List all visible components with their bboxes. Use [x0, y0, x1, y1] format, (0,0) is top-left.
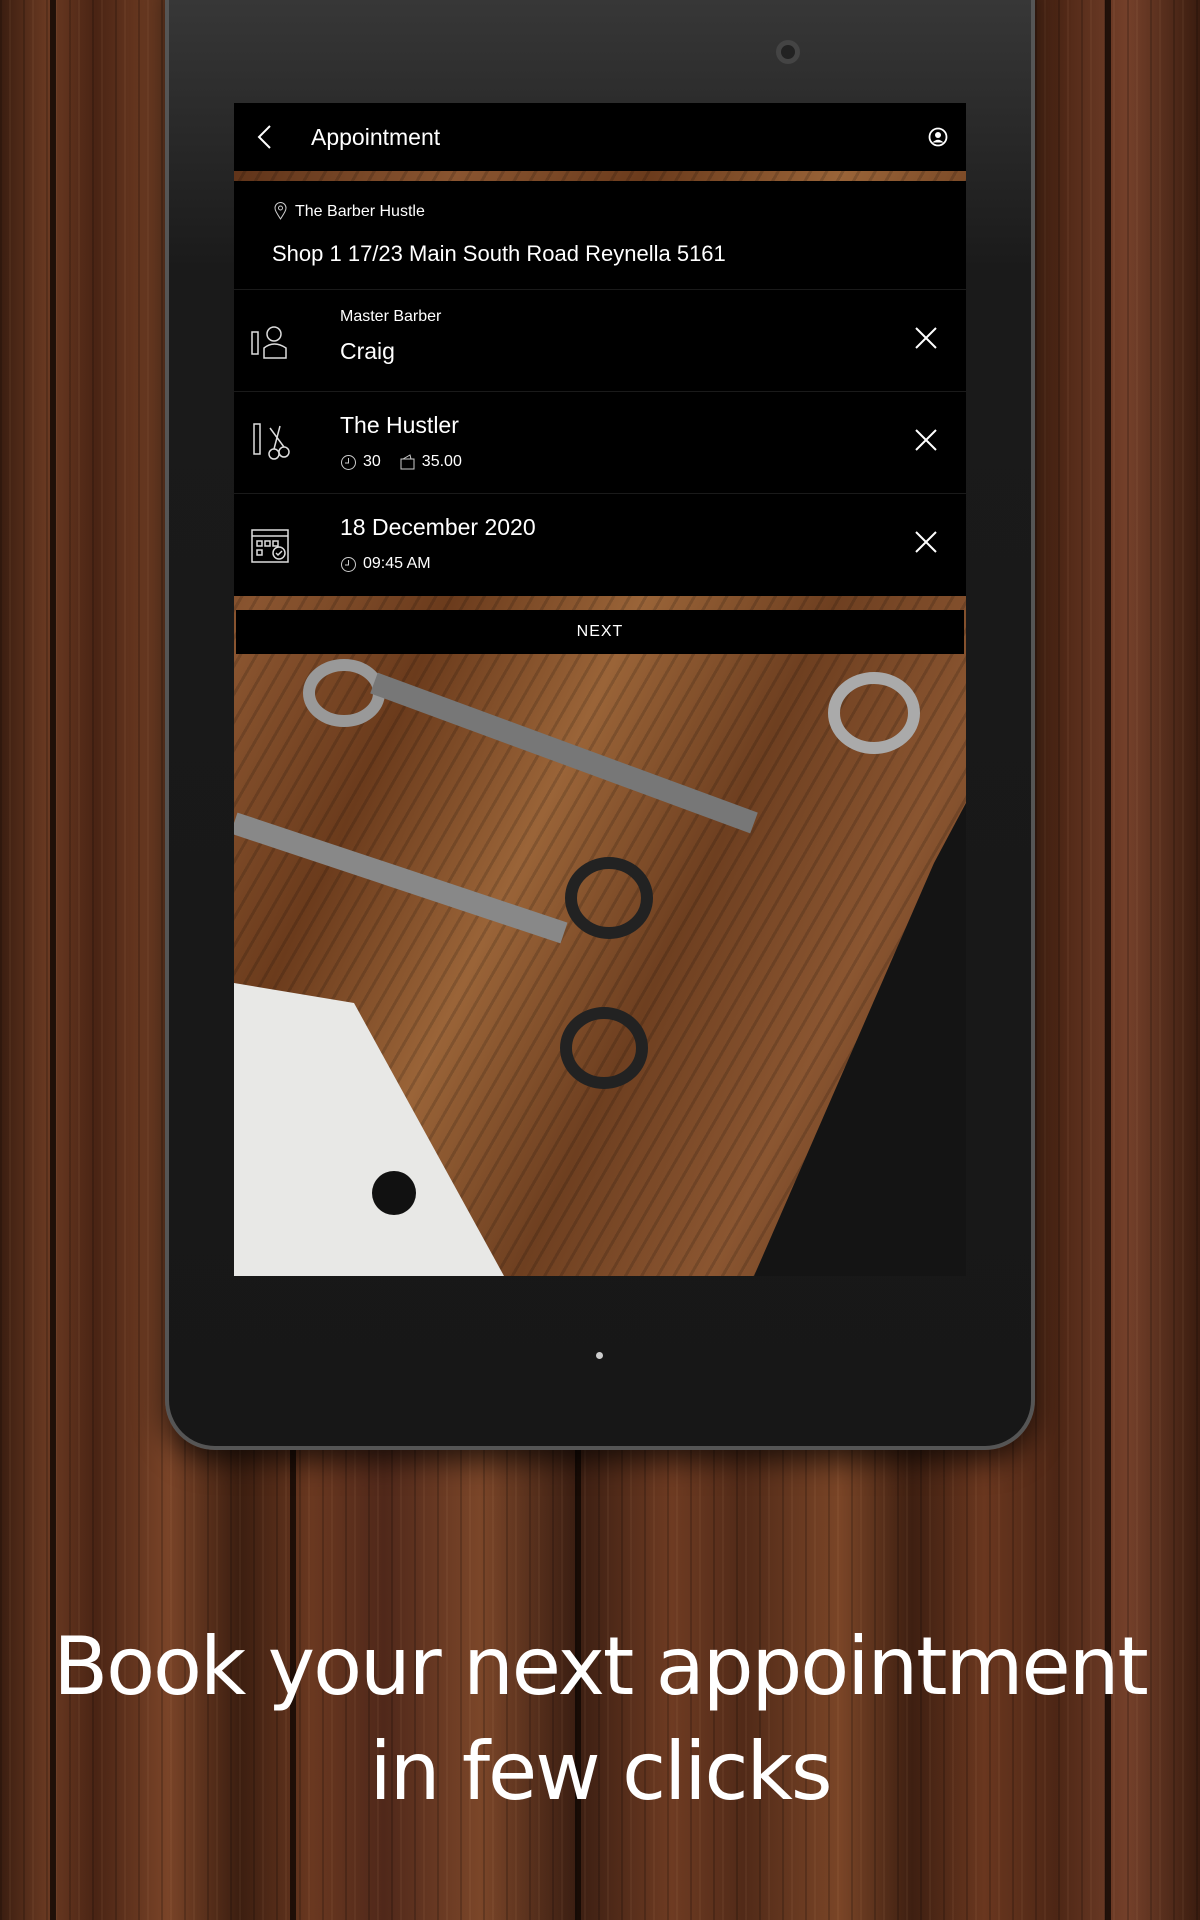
shop-name: The Barber Hustle — [295, 203, 425, 220]
camera — [776, 40, 800, 64]
appointment-time: 09:45 AM — [363, 555, 431, 572]
home-indicator — [596, 1352, 603, 1359]
service-row[interactable]: The Hustler 30 35.00 — [234, 392, 966, 494]
close-icon[interactable] — [914, 428, 938, 452]
next-button[interactable]: NEXT — [236, 610, 964, 654]
wallet-icon — [400, 453, 415, 469]
service-name: The Hustler — [340, 412, 459, 438]
app-screen: Appointment The Barber Hustle Shop 1 17/… — [234, 103, 966, 1276]
app-header: Appointment — [234, 103, 966, 171]
clock-icon — [341, 556, 356, 572]
calendar-check-icon — [251, 529, 289, 563]
caption-line-1: Book your next appointment — [53, 1620, 1149, 1713]
appointment-summary: The Barber Hustle Shop 1 17/23 Main Sout… — [234, 181, 966, 596]
shop-address: Shop 1 17/23 Main South Road Reynella 51… — [272, 241, 726, 266]
barber-label: Master Barber — [340, 308, 442, 325]
close-icon[interactable] — [914, 530, 938, 554]
comb-scissors-icon — [253, 423, 290, 460]
caption-line-2: in few clicks — [369, 1725, 832, 1818]
page-title: Appointment — [311, 124, 441, 150]
clock-icon — [341, 454, 356, 470]
time-meta: 09:45 AM — [340, 555, 431, 573]
service-meta: 30 35.00 — [340, 453, 462, 471]
service-price: 35.00 — [421, 453, 462, 470]
barber-name: Craig — [340, 338, 395, 364]
chevron-left-icon[interactable] — [254, 123, 280, 151]
datetime-row[interactable]: 18 December 2020 09:45 AM — [234, 494, 966, 596]
barber-icon — [251, 326, 287, 359]
appointment-date: 18 December 2020 — [340, 514, 536, 540]
user-circle-icon[interactable] — [928, 127, 948, 147]
close-icon[interactable] — [914, 326, 938, 350]
location-section: The Barber Hustle Shop 1 17/23 Main Sout… — [234, 181, 966, 290]
service-duration: 30 — [363, 453, 381, 470]
map-pin-icon — [274, 202, 287, 220]
barber-row[interactable]: Master Barber Craig — [234, 290, 966, 392]
